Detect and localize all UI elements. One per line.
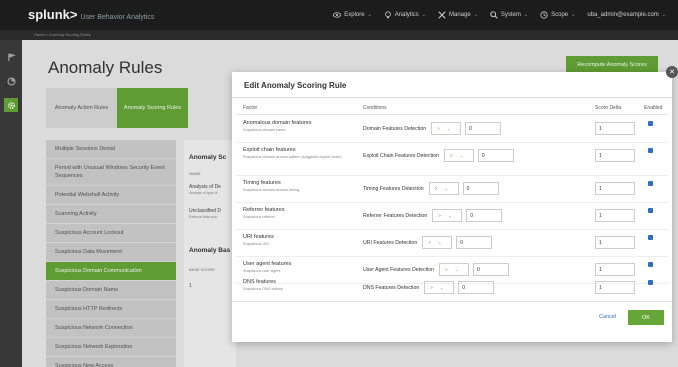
enabled-checkbox[interactable]: [648, 208, 653, 213]
table-row: URI features Suspicious URI URI Features…: [236, 230, 668, 257]
score-delta-input[interactable]: 1: [595, 122, 635, 135]
column-header-conditions: Conditions: [363, 105, 387, 111]
condition-label: Domain Features Detection: [363, 125, 427, 132]
threshold-input[interactable]: 0: [465, 122, 502, 135]
factor-name: Timing features: [243, 180, 281, 186]
factor-name: User agent features: [243, 261, 292, 267]
condition-label: URI Features Detection: [363, 239, 418, 246]
chevron-down-icon: ⌄: [439, 284, 444, 290]
condition-label: DNS Features Detection: [363, 284, 420, 291]
operator-value: >: [449, 153, 453, 158]
threshold-input[interactable]: 0: [462, 182, 499, 195]
enabled-checkbox[interactable]: [648, 280, 653, 285]
enabled-checkbox[interactable]: [648, 148, 653, 153]
operator-select[interactable]: > ⌄: [432, 209, 463, 222]
table-row: Timing features Suspicious domain access…: [236, 176, 668, 203]
chevron-down-icon: ⌄: [446, 125, 451, 131]
table-row: Anomalous domain features Suspicious dom…: [236, 116, 668, 143]
operator-select[interactable]: > ⌄: [443, 149, 474, 162]
operator-select[interactable]: > ⌄: [424, 281, 455, 294]
column-header-enabled: Enabled: [644, 105, 663, 111]
enabled-checkbox[interactable]: [648, 262, 653, 267]
divider: [236, 114, 668, 115]
operator-select[interactable]: > ⌄: [422, 236, 453, 249]
condition-editor: Domain Features Detection > ⌄ 0: [363, 122, 502, 135]
factor-description: Suspicious domain name: [243, 128, 286, 132]
condition-editor: DNS Features Detection > ⌄ 0: [363, 281, 495, 294]
ok-button[interactable]: OK: [628, 310, 664, 325]
factor-description: Suspicious URI: [243, 242, 269, 246]
factor-name: URI features: [243, 234, 274, 240]
score-delta-input[interactable]: 1: [595, 236, 635, 249]
operator-value: >: [444, 267, 448, 272]
factor-name: DNS features: [243, 279, 277, 285]
table-row: Exploit chain features Suspicious domain…: [236, 143, 668, 176]
dialog-title: Edit Anomaly Scoring Rule: [244, 81, 347, 90]
divider: [232, 97, 672, 98]
cancel-button[interactable]: Cancel: [599, 314, 616, 320]
threshold-input[interactable]: 0: [477, 149, 514, 162]
chevron-down-icon: ⌄: [437, 239, 442, 245]
chevron-down-icon: ⌄: [447, 212, 452, 218]
condition-editor: Referrer Features Detection > ⌄ 0: [363, 209, 503, 222]
operator-value: >: [430, 285, 433, 290]
operator-select[interactable]: > ⌄: [428, 182, 459, 195]
factor-description: Suspicious referrer: [243, 215, 275, 219]
condition-editor: Exploit Chain Features Detection > ⌄ 0: [363, 149, 514, 162]
factor-description: Suspicious user agent: [243, 269, 281, 273]
enabled-checkbox[interactable]: [648, 235, 653, 240]
chevron-down-icon: ⌄: [444, 185, 449, 191]
enabled-checkbox[interactable]: [648, 181, 653, 186]
chevron-down-icon: ⌄: [459, 152, 464, 158]
close-icon[interactable]: ✕: [666, 66, 678, 78]
score-delta-input[interactable]: 1: [595, 149, 635, 162]
divider: [232, 301, 672, 302]
table-row: Referrer features Suspicious referrer Re…: [236, 203, 668, 230]
factor-name: Exploit chain features: [243, 147, 296, 153]
factor-description: Suspicious domain access pattern (sugges…: [243, 155, 342, 159]
threshold-input[interactable]: 0: [458, 281, 495, 294]
table-row: DNS features Suspicious DNS activity DNS…: [236, 275, 668, 302]
score-delta-input[interactable]: 1: [595, 209, 635, 222]
score-delta-input[interactable]: 1: [595, 281, 635, 294]
score-delta-input[interactable]: 1: [595, 182, 635, 195]
threshold-input[interactable]: 0: [466, 209, 503, 222]
column-header-factor: Factor: [243, 105, 258, 111]
operator-value: >: [438, 213, 441, 218]
operator-value: >: [428, 240, 431, 245]
condition-editor: URI Features Detection > ⌄ 0: [363, 236, 493, 249]
edit-anomaly-scoring-rule-dialog: Edit Anomaly Scoring Rule ✕ Factor Condi…: [232, 66, 678, 342]
condition-label: Timing Features Detection: [363, 185, 424, 192]
condition-label: Exploit Chain Features Detection: [363, 152, 439, 159]
factor-description: Suspicious domain access timing: [243, 188, 299, 192]
enabled-checkbox[interactable]: [648, 121, 653, 126]
factor-name: Anomalous domain features: [243, 120, 312, 126]
operator-value: >: [437, 126, 440, 131]
condition-label: User Agent Features Detection: [363, 266, 434, 273]
column-header-score-delta: Score Delta: [595, 105, 622, 111]
operator-select[interactable]: > ⌄: [431, 122, 462, 135]
condition-label: Referrer Features Detection: [363, 212, 428, 219]
factor-name: Referrer features: [243, 207, 285, 213]
threshold-input[interactable]: 0: [456, 236, 493, 249]
operator-value: >: [434, 186, 438, 191]
condition-editor: Timing Features Detection > ⌄ 0: [363, 182, 499, 195]
factor-description: Suspicious DNS activity: [243, 287, 284, 291]
chevron-down-icon: ⌄: [454, 266, 459, 272]
